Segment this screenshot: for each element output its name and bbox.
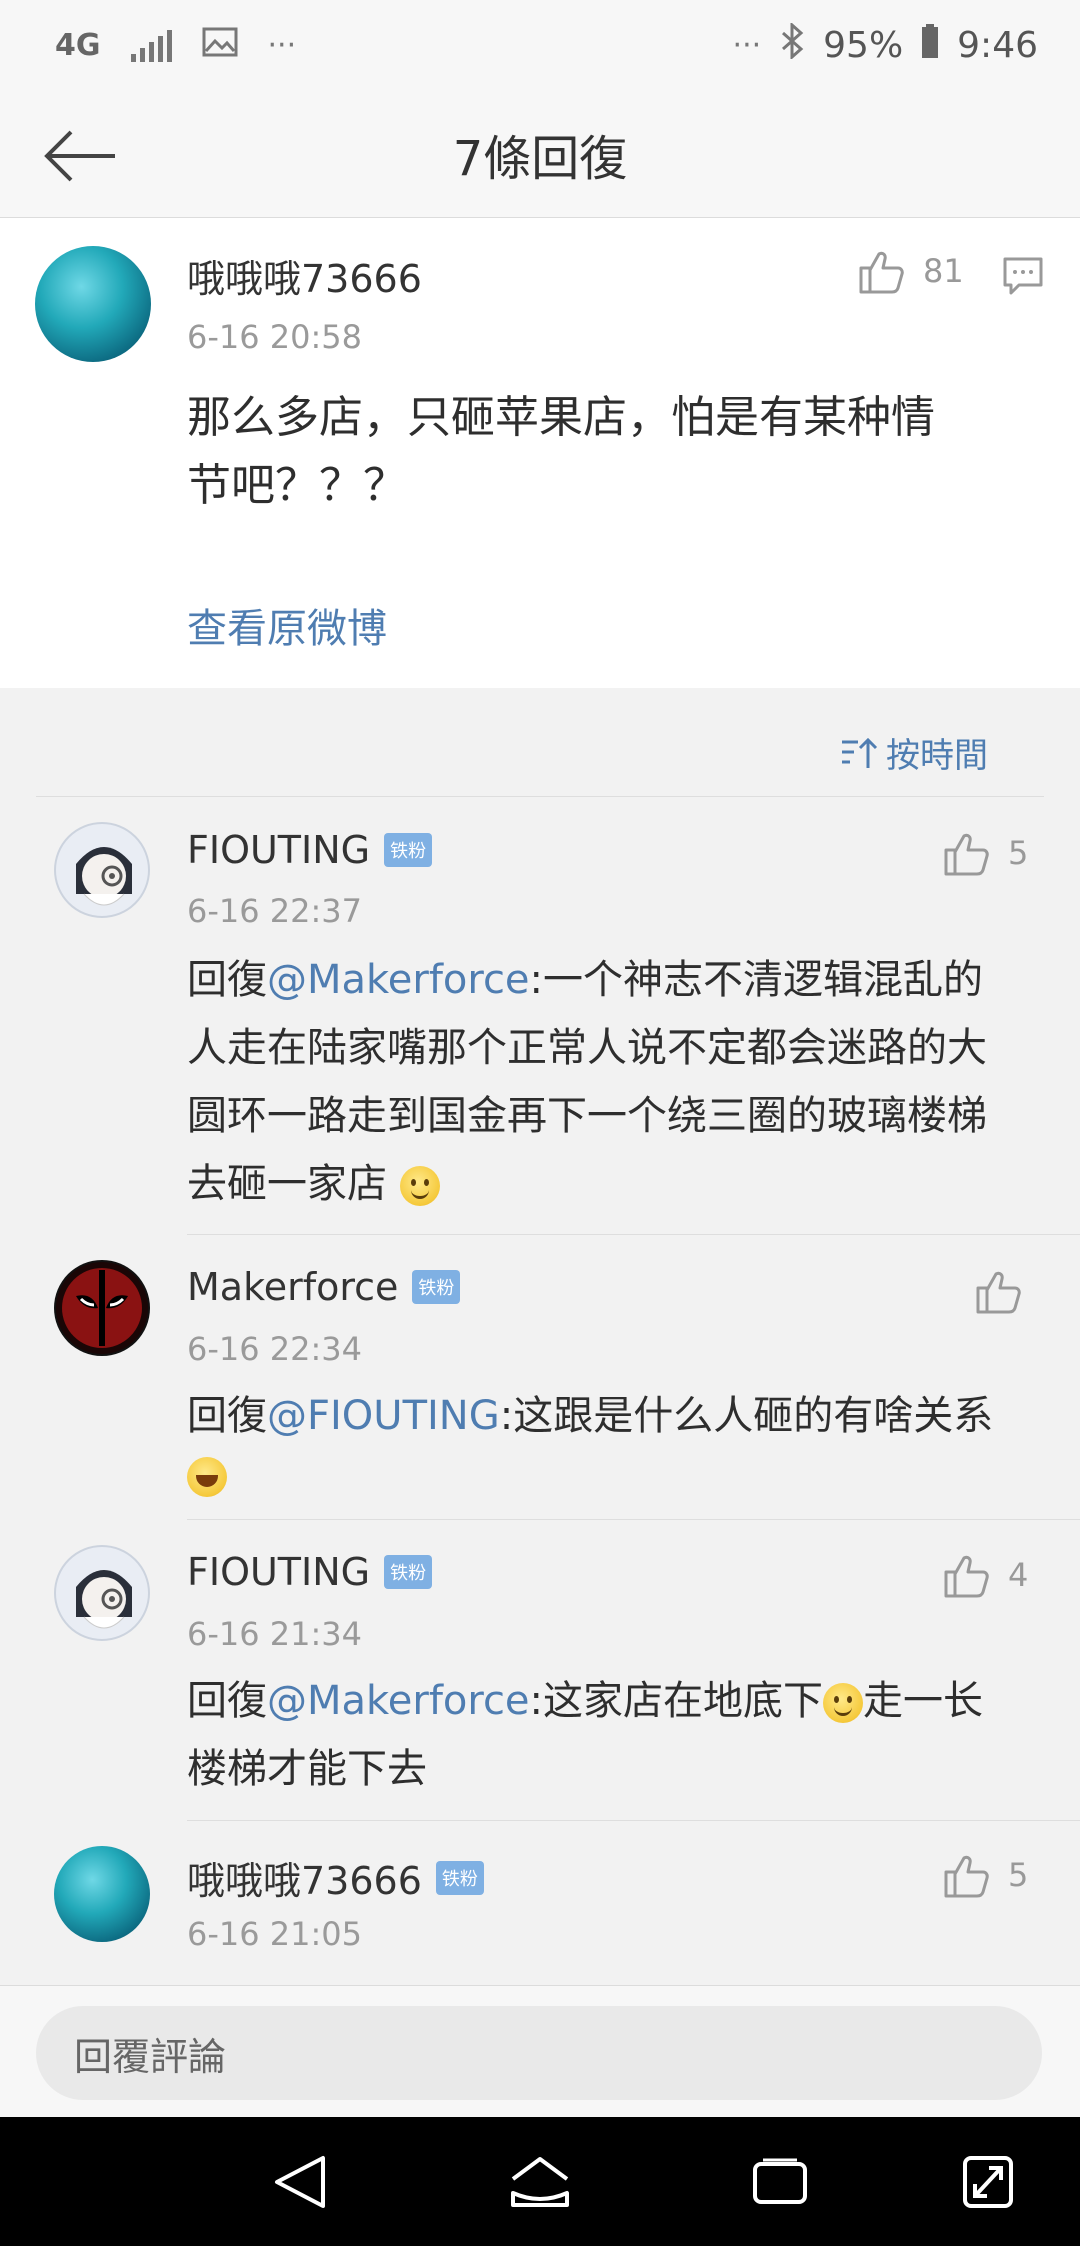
divider bbox=[187, 1234, 1080, 1235]
content-line bbox=[187, 1450, 1057, 1500]
reply-time: 6-16 21:05 bbox=[187, 1915, 363, 1953]
signal-icon bbox=[130, 28, 172, 62]
fan-badge: 铁粉 bbox=[384, 833, 433, 867]
laugh-emoji-icon bbox=[187, 1457, 227, 1497]
nav-back-button[interactable] bbox=[265, 2147, 335, 2217]
home-icon bbox=[511, 2157, 569, 2207]
content-line: 那么多店，只砸苹果店，怕是有某种情 bbox=[187, 392, 935, 443]
reply-author[interactable]: 哦哦哦73666 铁粉 bbox=[187, 1850, 484, 1905]
back-arrow-icon bbox=[44, 130, 115, 182]
avatar[interactable] bbox=[54, 1846, 150, 1942]
nav-recents-button[interactable] bbox=[745, 2147, 815, 2217]
reply-content: 回復@FIOUTING:这跟是什么人砸的有啥关系 bbox=[187, 1382, 1057, 1500]
content-line: 圆环一路走到国金再下一个绕三圈的玻璃楼梯 bbox=[187, 1093, 987, 1139]
thumbs-up-icon bbox=[944, 1855, 989, 1898]
author-name: FIOUTING bbox=[187, 828, 371, 872]
page-title: 7條回復 bbox=[452, 130, 628, 187]
recents-icon bbox=[753, 2158, 807, 2204]
author-name: 哦哦哦73666 bbox=[187, 1859, 422, 1903]
reply-button[interactable] bbox=[1002, 256, 1044, 300]
avatar[interactable] bbox=[54, 1260, 150, 1356]
network-indicator: 4G bbox=[55, 27, 101, 63]
divider bbox=[187, 1820, 1080, 1821]
like-count: 81 bbox=[923, 252, 964, 290]
reply-author[interactable]: FIOUTING 铁粉 bbox=[187, 828, 433, 872]
view-original-link[interactable]: 查看原微博 bbox=[187, 596, 387, 654]
system-nav-bar bbox=[0, 2117, 1080, 2246]
thumbs-up-icon bbox=[976, 1271, 1021, 1314]
reply-time: 6-16 22:37 bbox=[187, 892, 363, 930]
avatar[interactable] bbox=[54, 822, 150, 918]
content-line: 回復@FIOUTING:这跟是什么人砸的有啥关系 bbox=[187, 1393, 994, 1439]
like-button[interactable]: 81 bbox=[857, 248, 964, 294]
content-line: 回復@Makerforce:一个神志不清逻辑混乱的 bbox=[187, 957, 984, 1003]
sort-label: 按時間 bbox=[886, 736, 988, 776]
thumbs-up-icon bbox=[859, 251, 904, 294]
author-name: Makerforce bbox=[187, 1265, 399, 1309]
like-button[interactable]: 5 bbox=[942, 830, 1028, 876]
more-notifications-icon: ··· bbox=[267, 27, 297, 63]
like-button[interactable] bbox=[974, 1268, 1022, 1314]
fan-badge: 铁粉 bbox=[435, 1860, 484, 1895]
content-line: 楼梯才能下去 bbox=[187, 1746, 427, 1792]
reply-bar: 回覆評論 bbox=[0, 1985, 1080, 2117]
back-triangle-icon bbox=[275, 2156, 325, 2208]
divider bbox=[36, 796, 1044, 797]
fan-badge: 铁粉 bbox=[384, 1555, 433, 1589]
header: 7條回復 bbox=[0, 90, 1080, 218]
reply-time: 6-16 21:34 bbox=[187, 1615, 363, 1653]
reply-content: 回復@Makerforce:一个神志不清逻辑混乱的 人走在陆家嘴那个正常人说不定… bbox=[187, 946, 1057, 1218]
sort-icon bbox=[842, 737, 878, 768]
thumbs-up-icon bbox=[944, 833, 989, 876]
reply-input[interactable]: 回覆評論 bbox=[36, 2006, 1042, 2100]
content-line: 人走在陆家嘴那个正常人说不定都会迷路的大 bbox=[187, 1025, 987, 1071]
fan-badge: 铁粉 bbox=[412, 1270, 461, 1304]
reply-author[interactable]: Makerforce 铁粉 bbox=[187, 1265, 461, 1309]
sort-row: 按時間 bbox=[0, 688, 1080, 796]
reply-time: 6-16 22:34 bbox=[187, 1330, 363, 1368]
mention-link[interactable]: @Makerforce bbox=[267, 1678, 530, 1724]
thumbs-up-icon bbox=[944, 1555, 989, 1598]
comment-icon bbox=[1003, 257, 1043, 295]
reply-author[interactable]: FIOUTING 铁粉 bbox=[187, 1550, 433, 1594]
like-count: 4 bbox=[1008, 1556, 1029, 1594]
content-line: 回復@Makerforce:这家店在地底下 走一长 bbox=[187, 1678, 984, 1724]
like-button[interactable]: 4 bbox=[942, 1552, 1028, 1598]
sort-by-time-button[interactable]: 按時間 bbox=[840, 728, 988, 777]
reply-content: 回復@Makerforce:这家店在地底下 走一长 楼梯才能下去 bbox=[187, 1667, 1057, 1803]
comment-content: 那么多店，只砸苹果店，怕是有某种情 节吧？？？ bbox=[187, 384, 1047, 520]
like-button[interactable]: 5 bbox=[942, 1852, 1028, 1898]
divider bbox=[187, 1519, 1080, 1520]
battery-percent: 95% bbox=[823, 24, 904, 66]
content-line: 节吧？？？ bbox=[187, 460, 407, 511]
clock: 9:46 bbox=[957, 24, 1038, 66]
author-name: FIOUTING bbox=[187, 1550, 371, 1594]
like-count: 5 bbox=[1008, 1856, 1029, 1894]
comment-time: 6-16 20:58 bbox=[187, 318, 363, 356]
battery-icon bbox=[921, 23, 939, 67]
nav-expand-button[interactable] bbox=[953, 2147, 1023, 2217]
mention-link[interactable]: @Makerforce bbox=[267, 957, 530, 1003]
back-button[interactable] bbox=[40, 116, 120, 196]
image-icon bbox=[202, 25, 238, 66]
like-count: 5 bbox=[1008, 834, 1029, 872]
content-line: 去砸一家店 bbox=[187, 1150, 1057, 1218]
mention-link[interactable]: @FIOUTING bbox=[267, 1393, 500, 1439]
smile-emoji-icon bbox=[823, 1683, 864, 1723]
main-comment: 哦哦哦73666 6-16 20:58 81 那么多店，只砸苹果店，怕是有某种情… bbox=[0, 218, 1080, 688]
nav-home-button[interactable] bbox=[505, 2147, 575, 2217]
more-status-icon: ··· bbox=[732, 27, 762, 63]
comment-author[interactable]: 哦哦哦73666 bbox=[187, 248, 422, 303]
smile-emoji-icon bbox=[399, 1166, 440, 1206]
status-bar: 4G ··· ··· 95% 9:46 bbox=[0, 0, 1080, 90]
avatar[interactable] bbox=[54, 1545, 150, 1641]
expand-icon bbox=[963, 2156, 1013, 2208]
avatar[interactable] bbox=[35, 246, 151, 362]
bluetooth-icon bbox=[779, 21, 805, 68]
